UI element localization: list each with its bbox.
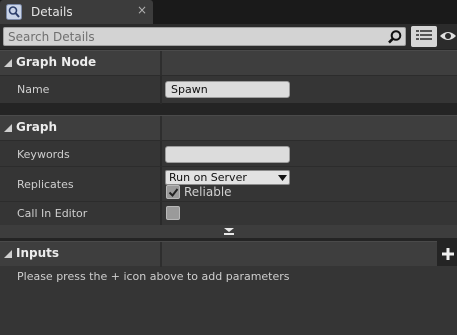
checkmark-icon — [168, 188, 179, 198]
collapse-arrow-icon[interactable] — [4, 59, 12, 67]
property-label-call-in-editor: Call In Editor — [17, 207, 88, 220]
property-label-replicates: Replicates — [17, 178, 74, 191]
property-row-keywords: Keywords — [0, 140, 457, 167]
chevron-down-icon — [278, 175, 287, 181]
view-options-button[interactable] — [411, 26, 437, 47]
search-box — [3, 27, 406, 46]
name-field[interactable] — [165, 81, 290, 98]
search-input[interactable] — [8, 28, 378, 45]
property-row-call-in-editor: Call In Editor — [0, 201, 457, 226]
column-divider — [160, 76, 162, 104]
category-title: Graph Node — [16, 55, 97, 69]
inputs-hint-text: Please press the + icon above to add par… — [17, 270, 290, 283]
category-inputs[interactable]: Inputs — [0, 241, 437, 267]
category-graph-node[interactable]: Graph Node — [0, 50, 457, 76]
column-divider — [160, 141, 162, 167]
call-in-editor-checkbox[interactable] — [166, 206, 180, 220]
search-icon[interactable] — [387, 29, 403, 45]
keywords-field[interactable] — [165, 146, 290, 163]
column-divider — [160, 202, 162, 226]
inputs-header-extension — [437, 241, 457, 266]
expand-advanced-icon — [224, 228, 234, 235]
category-title: Inputs — [16, 246, 60, 260]
column-divider — [160, 51, 162, 76]
category-graph[interactable]: Graph — [0, 115, 457, 141]
advanced-expander[interactable] — [0, 225, 457, 238]
collapse-arrow-icon[interactable] — [4, 124, 12, 132]
close-tab-icon[interactable]: × — [135, 3, 149, 17]
reliable-checkbox[interactable] — [166, 185, 180, 199]
property-label-name: Name — [17, 83, 50, 96]
property-row-name: Name — [0, 75, 457, 104]
property-label-keywords: Keywords — [17, 148, 70, 161]
replicates-dropdown[interactable]: Run on Server — [165, 170, 290, 185]
tab-bar: Details × — [0, 0, 457, 24]
replicates-selected-value: Run on Server — [169, 171, 247, 184]
reliable-label: Reliable — [184, 185, 232, 199]
category-title: Graph — [16, 120, 57, 134]
property-row-replicates: Replicates Run on Server Reliable — [0, 166, 457, 202]
collapse-arrow-icon[interactable] — [4, 250, 12, 258]
tab-details[interactable]: Details × — [0, 0, 153, 24]
tab-title: Details — [31, 5, 73, 19]
column-divider — [160, 116, 162, 141]
add-parameter-icon[interactable] — [442, 248, 454, 260]
details-toolbar — [0, 24, 457, 49]
list-view-icon — [416, 30, 432, 40]
column-divider — [160, 167, 162, 202]
details-magnifier-icon — [6, 4, 22, 20]
eye-icon[interactable] — [439, 28, 457, 44]
column-divider — [160, 242, 162, 267]
